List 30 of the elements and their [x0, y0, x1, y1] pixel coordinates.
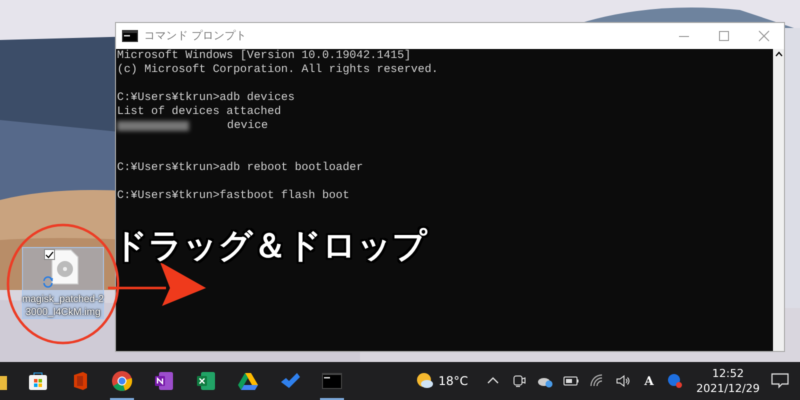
- sun-cloud-icon: [416, 372, 434, 390]
- file-name: magisk_patched-2 3000_l4CkM.img: [21, 293, 105, 319]
- clock[interactable]: 12:52 2021/12/29: [696, 366, 760, 396]
- caption-text: ドラッグ＆ドロップ: [113, 226, 427, 266]
- sync-icon: [42, 276, 54, 288]
- wifi-icon: [589, 373, 605, 389]
- redacted-mark: [117, 121, 189, 131]
- camera-icon: [511, 373, 527, 389]
- checkbox[interactable]: [44, 249, 55, 260]
- spreadsheet-icon: [195, 370, 217, 392]
- drive-icon: [237, 370, 259, 392]
- notebook-icon: [153, 370, 175, 392]
- console-line: C:¥Users¥tkrun>fastboot flash boot: [117, 189, 350, 203]
- console-line: device: [227, 119, 268, 133]
- console-line: C:¥Users¥tkrun>adb devices: [117, 91, 295, 105]
- console-line: List of devices attached: [117, 105, 282, 119]
- scroll-up-icon[interactable]: [774, 51, 782, 57]
- console-line: C:¥Users¥tkrun>adb reboot bootloader: [117, 161, 364, 175]
- weather-widget[interactable]: 18°C: [416, 362, 480, 400]
- terminal-icon: [122, 30, 138, 42]
- console-line: Microsoft Windows [Version 10.0.19042.1415]: [117, 49, 411, 63]
- store-icon: [27, 370, 49, 392]
- input-mode-indicator[interactable]: A: [636, 372, 662, 390]
- window-title: コマンド プロンプト: [144, 28, 246, 44]
- console-line: (c) Microsoft Corporation. All rights reserved.: [117, 63, 438, 77]
- browser-icon: [111, 370, 133, 392]
- speaker-icon: [615, 373, 631, 389]
- speech-bubble-icon: [771, 373, 789, 389]
- terminal-icon: [321, 370, 343, 392]
- dots-icon: [667, 373, 683, 389]
